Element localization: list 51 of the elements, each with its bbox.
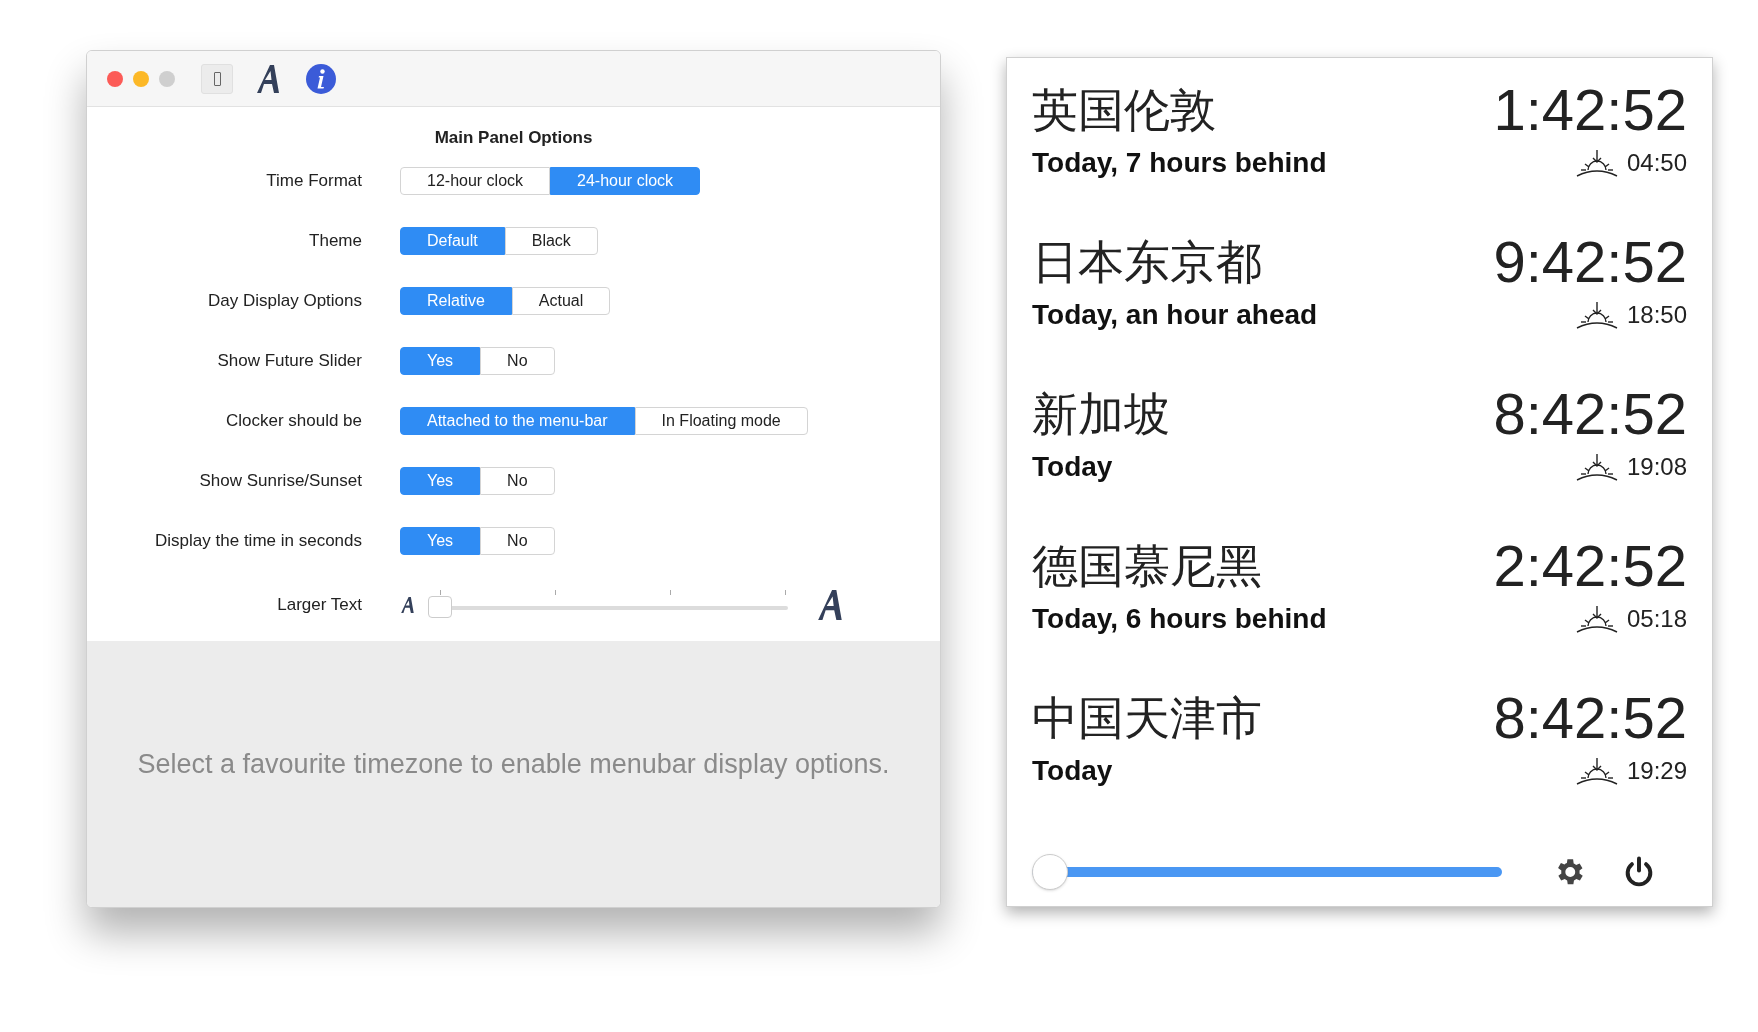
city-name: 新加坡 <box>1032 387 1170 442</box>
city-time: 9:42:52 <box>1493 232 1687 292</box>
segment-option[interactable]: Actual <box>511 286 611 315</box>
segment-option[interactable]: Black <box>504 226 598 255</box>
segment-option[interactable]: No <box>480 466 555 495</box>
city-name: 德国慕尼黑 <box>1032 539 1262 594</box>
menubar-hint: Select a favourite timezone to enable menubar display options. <box>137 747 890 781</box>
day-offset: Today, 6 hours behind <box>1032 602 1327 636</box>
small-letter-icon <box>400 594 416 615</box>
sun-time: 18:50 <box>1626 300 1687 330</box>
city-name: 日本东京都 <box>1032 235 1262 290</box>
segment-option[interactable]: In Floating mode <box>634 406 808 435</box>
panel-toggle-button[interactable] <box>201 63 233 94</box>
sun-horizon-icon <box>1574 452 1619 482</box>
slider-thumb[interactable] <box>1032 854 1068 890</box>
sun-horizon-icon <box>1574 148 1619 178</box>
sun-time: 19:29 <box>1626 756 1687 786</box>
city-name: 中国天津市 <box>1032 691 1262 746</box>
city-time: 2:42:52 <box>1493 536 1687 596</box>
setting-label: Day Display Options <box>207 289 362 312</box>
day-offset: Today <box>1032 754 1113 788</box>
slider-thumb[interactable] <box>428 595 452 618</box>
sun-horizon-icon <box>1574 300 1619 330</box>
setting-label: Clocker should be <box>224 409 362 432</box>
day-offset: Today <box>1032 450 1113 484</box>
close-button[interactable] <box>107 70 123 87</box>
minimize-button[interactable] <box>133 70 149 87</box>
setting-label: Show Sunrise/Sunset <box>198 469 362 492</box>
sun-horizon-icon <box>1574 756 1619 786</box>
setting-label: Display the time in seconds <box>154 529 362 552</box>
setting-label: Theme <box>308 229 362 252</box>
day-offset: Today, 7 hours behind <box>1032 146 1327 180</box>
segment-option[interactable]: No <box>480 526 555 555</box>
city-time: 1:42:52 <box>1493 80 1687 140</box>
city-name: 英国伦敦 <box>1032 83 1216 138</box>
info-icon[interactable] <box>305 62 337 95</box>
sun-time: 05:18 <box>1626 604 1687 634</box>
sun-time: 19:08 <box>1626 452 1687 482</box>
setting-label: Time Format <box>265 169 362 192</box>
future-slider[interactable] <box>1032 854 1502 890</box>
setting-label: Larger Text <box>276 593 362 616</box>
city-time: 8:42:52 <box>1493 688 1687 748</box>
sun-horizon-icon <box>1574 604 1619 634</box>
setting-label: Show Future Slider <box>216 349 362 372</box>
text-size-slider[interactable] <box>428 589 788 620</box>
day-offset: Today, an hour ahead <box>1032 298 1318 332</box>
options-heading: Main Panel Options <box>433 127 594 149</box>
sun-time: 04:50 <box>1626 148 1687 178</box>
segment-option[interactable]: 12-hour clock <box>400 166 551 195</box>
segment-option[interactable]: No <box>480 346 555 375</box>
city-time: 8:42:52 <box>1493 384 1687 444</box>
